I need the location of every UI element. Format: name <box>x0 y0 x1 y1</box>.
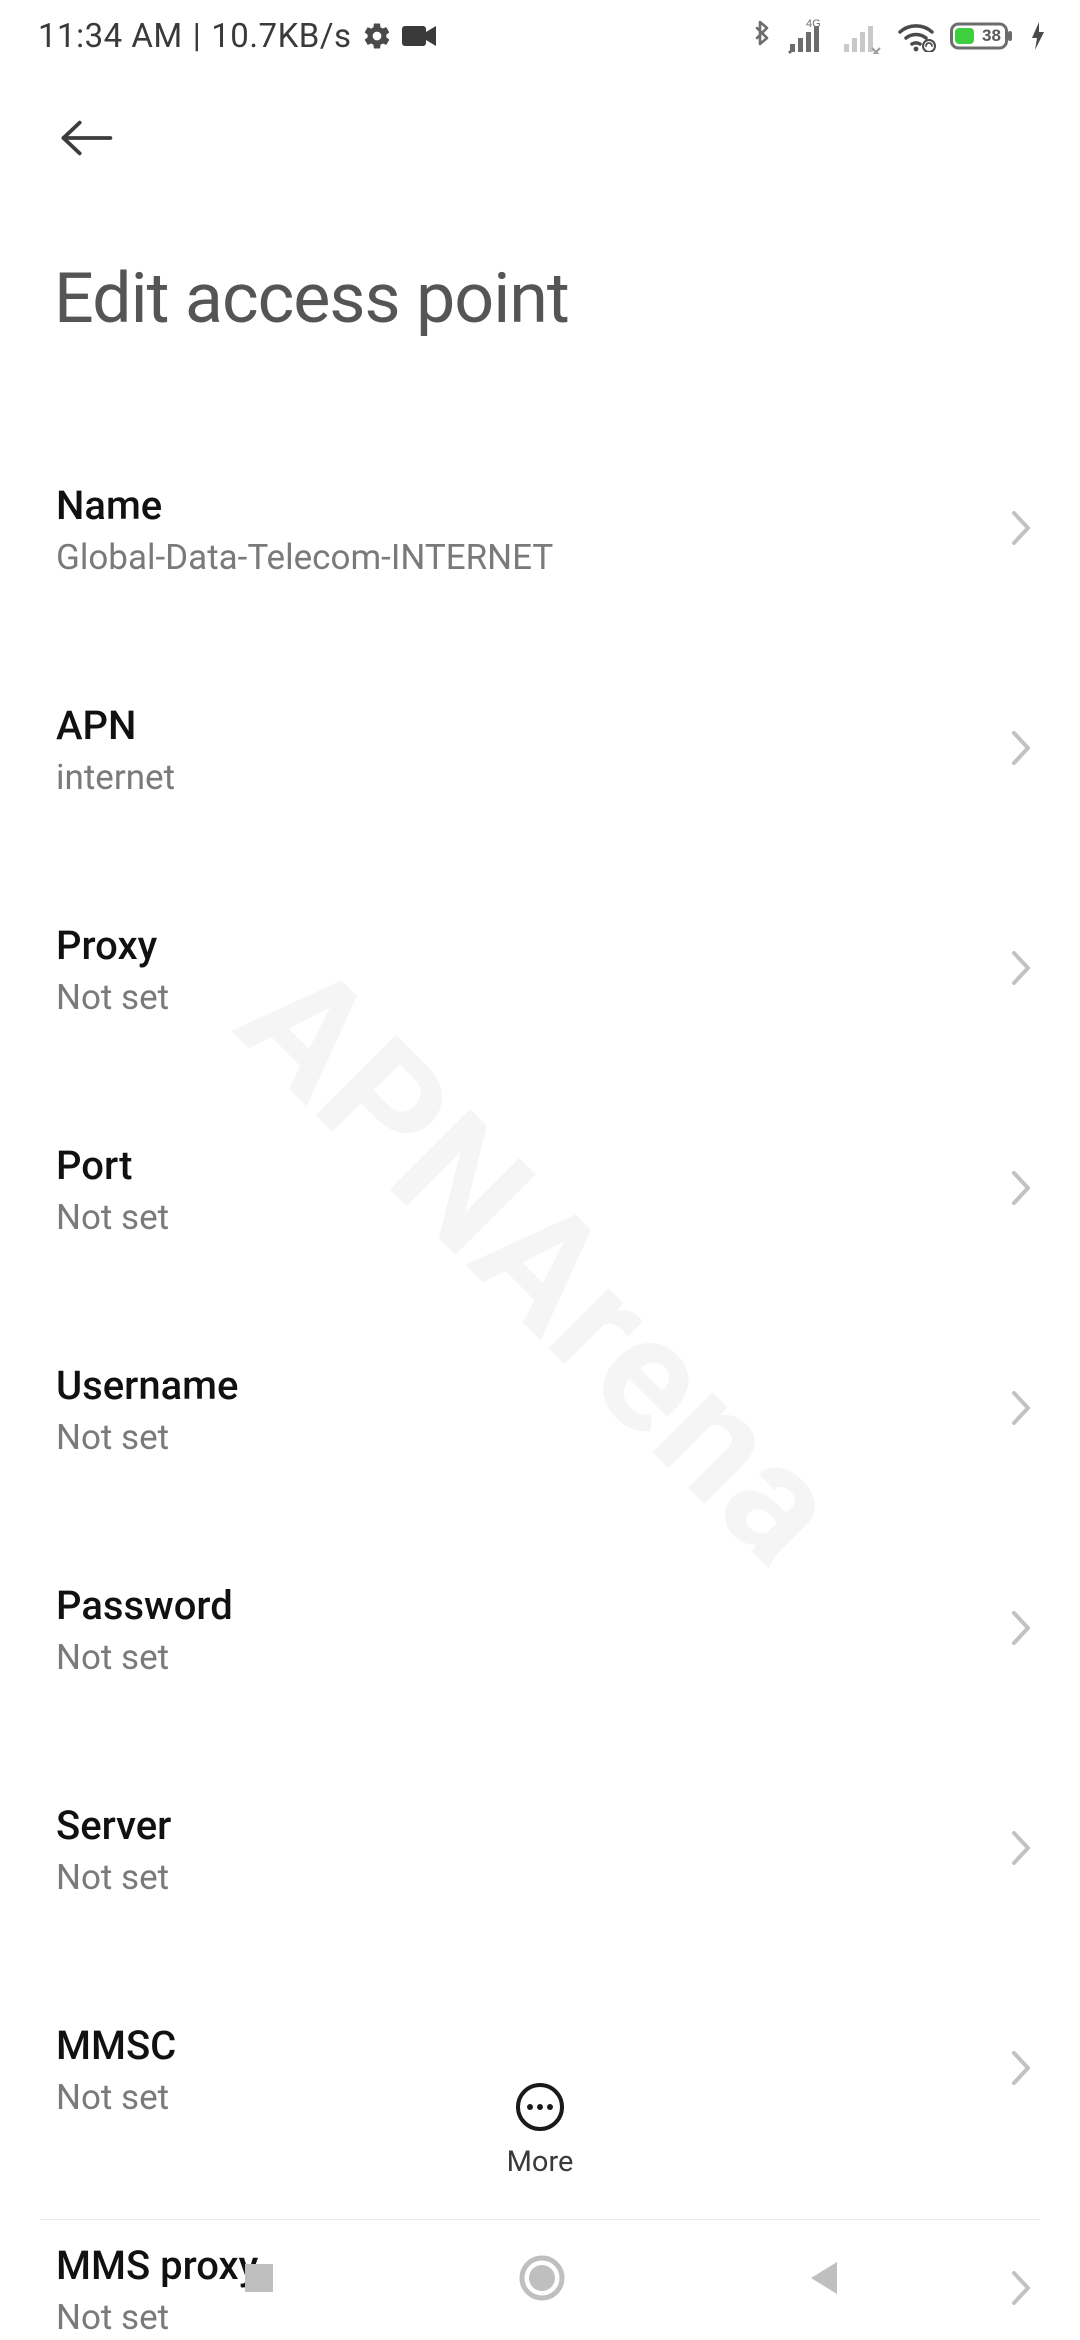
settings-gear-icon <box>362 21 392 51</box>
item-value: internet <box>56 757 175 798</box>
status-bar: 11:34 AM | 10.7KB/s 4G 38 <box>0 0 1080 72</box>
more-button[interactable]: More <box>507 2081 574 2179</box>
square-icon <box>239 2258 279 2298</box>
arrow-left-icon <box>58 116 114 160</box>
chevron-right-icon <box>1010 729 1032 771</box>
item-password[interactable]: Password Not set <box>0 1548 1080 1712</box>
more-label: More <box>507 2145 574 2179</box>
chevron-right-icon <box>1010 1169 1032 1211</box>
item-value: Not set <box>56 1197 169 1238</box>
item-title: APN <box>56 702 175 749</box>
signal-nosim-icon <box>842 18 882 54</box>
item-title: Password <box>56 1582 233 1629</box>
signal-4g-icon: 4G <box>788 18 828 54</box>
back-button[interactable] <box>58 110 114 166</box>
camera-icon <box>402 24 436 48</box>
charging-bolt-icon <box>1030 20 1046 52</box>
status-speed: 10.7KB/s <box>211 17 351 56</box>
item-title: Server <box>56 1802 171 1849</box>
wifi-icon <box>896 20 936 52</box>
system-nav-bar <box>0 2220 1080 2340</box>
nav-home-button[interactable] <box>518 2254 566 2306</box>
item-value: Not set <box>56 1637 233 1678</box>
item-port[interactable]: Port Not set <box>0 1108 1080 1272</box>
chevron-right-icon <box>1010 949 1032 991</box>
chevron-right-icon <box>1010 1829 1032 1871</box>
item-title: Username <box>56 1362 238 1409</box>
bottom-action-bar: More <box>0 2040 1080 2220</box>
status-right: 4G 38 <box>750 18 1046 54</box>
battery-icon: 38 <box>950 20 1016 52</box>
chevron-right-icon <box>1010 509 1032 551</box>
chevron-right-icon <box>1010 1609 1032 1651</box>
item-value: Not set <box>56 1417 238 1458</box>
item-value: Not set <box>56 977 169 1018</box>
circle-icon <box>518 2254 566 2302</box>
triangle-left-icon <box>805 2258 841 2298</box>
battery-pct-text: 38 <box>982 26 1001 45</box>
item-value: Global-Data-Telecom-INTERNET <box>56 537 553 578</box>
item-title: Port <box>56 1142 169 1189</box>
item-server[interactable]: Server Not set <box>0 1768 1080 1932</box>
status-left: 11:34 AM | 10.7KB/s <box>38 17 436 56</box>
status-separator: | <box>193 17 202 56</box>
item-name[interactable]: Name Global-Data-Telecom-INTERNET <box>0 448 1080 612</box>
item-value: Not set <box>56 1857 171 1898</box>
nav-back-button[interactable] <box>805 2258 841 2302</box>
nav-recent-button[interactable] <box>239 2258 279 2302</box>
item-proxy[interactable]: Proxy Not set <box>0 888 1080 1052</box>
status-time: 11:34 AM <box>38 17 183 56</box>
page-title: Edit access point <box>54 258 1026 340</box>
more-circle-icon <box>514 2081 566 2133</box>
item-title: Proxy <box>56 922 169 969</box>
bluetooth-icon <box>750 18 774 54</box>
item-username[interactable]: Username Not set <box>0 1328 1080 1492</box>
chevron-right-icon <box>1010 1389 1032 1431</box>
item-apn[interactable]: APN internet <box>0 668 1080 832</box>
item-title: Name <box>56 482 553 529</box>
header: Edit access point <box>0 72 1080 340</box>
